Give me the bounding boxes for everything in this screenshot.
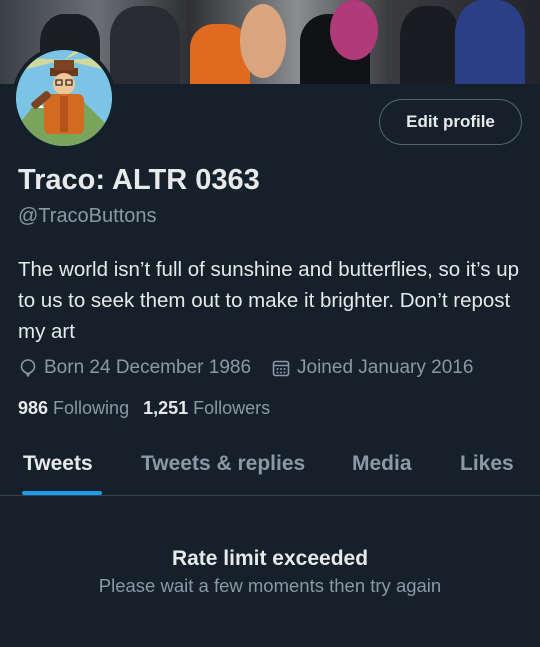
- following-label: Following: [53, 398, 130, 418]
- joined-text: Joined January 2016: [297, 357, 474, 378]
- profile-tabs: Tweets Tweets & replies Media Likes: [0, 440, 540, 496]
- calendar-icon: [272, 360, 290, 377]
- tab-tweets-replies[interactable]: Tweets & replies: [141, 452, 305, 476]
- tab-likes[interactable]: Likes: [460, 452, 514, 476]
- joined-item: Joined January 2016: [271, 357, 473, 379]
- following-count: 986: [18, 398, 49, 418]
- birthday-text: Born 24 December 1986: [44, 357, 252, 378]
- profile-bio: The world isn’t full of sunshine and but…: [18, 258, 519, 343]
- profile-handle: @TracoButtons: [18, 205, 157, 227]
- profile-meta: Born 24 December 1986 Joined January 201…: [18, 355, 493, 381]
- error-title: Rate limit exceeded: [171, 547, 369, 570]
- followers-label: Followers: [193, 398, 271, 418]
- edit-profile-button[interactable]: Edit profile: [379, 99, 522, 145]
- birthday-item: Born 24 December 1986: [18, 357, 251, 379]
- balloon-icon: [20, 359, 36, 378]
- following-link[interactable]: 986 Following: [18, 398, 129, 419]
- follow-stats: 986 Following 1,251 Followers: [18, 398, 284, 419]
- followers-count: 1,251: [143, 398, 189, 418]
- avatar-illustration: [16, 50, 112, 146]
- active-tab-indicator: [22, 491, 102, 495]
- error-message: Please wait a few moments then try again: [98, 575, 442, 596]
- tab-media[interactable]: Media: [352, 452, 412, 476]
- followers-link[interactable]: 1,251 Followers: [143, 398, 270, 419]
- display-name: Traco: ALTR 0363: [18, 164, 260, 196]
- tab-tweets[interactable]: Tweets: [23, 452, 93, 476]
- profile-avatar[interactable]: [12, 46, 116, 150]
